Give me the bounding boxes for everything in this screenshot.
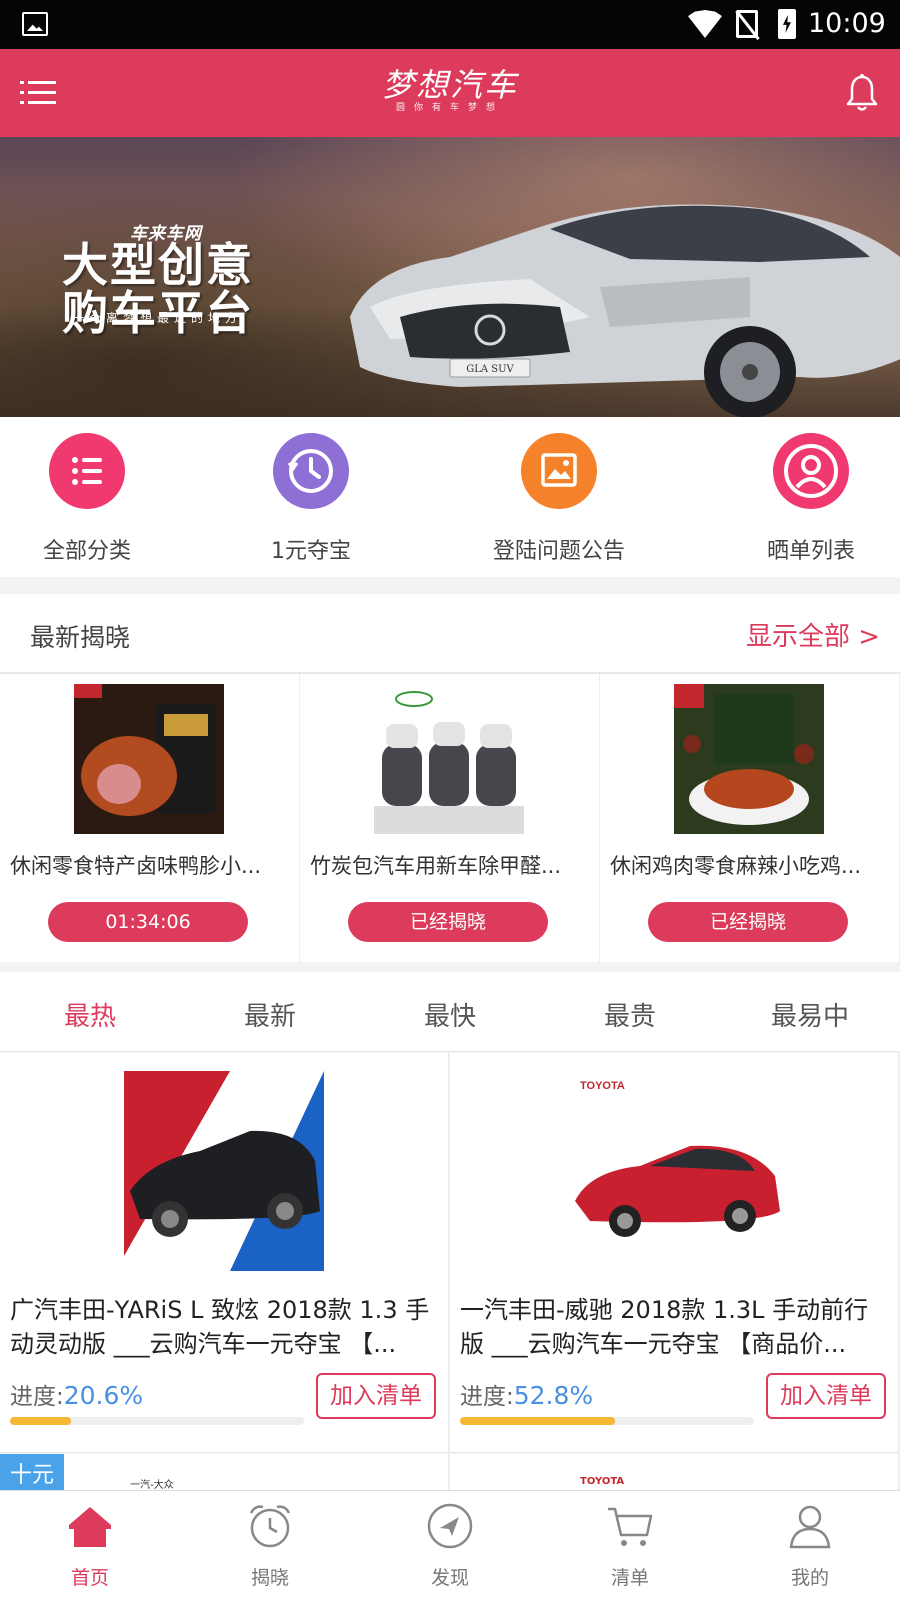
- countdown-button[interactable]: 01:34:06: [48, 902, 248, 942]
- product-title: 广汽丰田-YARiS L 致炫 2018款 1.3 手动灵动版 ___云购汽车一…: [10, 1296, 430, 1358]
- nav-label: 揭晓: [250, 1567, 289, 1589]
- product-image: [100, 1071, 350, 1271]
- revealed-button[interactable]: 已经揭晓: [348, 902, 548, 942]
- nav-label: 发现: [430, 1567, 469, 1589]
- alarm-icon: [249, 1505, 291, 1548]
- bottom-navigation: 首页 揭晓 发现 清单 我的: [0, 1490, 900, 1600]
- progress-caption: 进度:: [10, 1384, 64, 1410]
- latest-item[interactable]: 竹炭包汽车用新车除甲醛... 已经揭晓: [300, 674, 600, 964]
- clock-icon: [273, 433, 349, 509]
- latest-item[interactable]: 休闲鸡肉零食麻辣小吃鸡... 已经揭晓: [600, 674, 900, 964]
- quick-entry-label: 全部分类: [42, 539, 131, 564]
- app-header: 梦想汽车 圆你有车梦想: [0, 49, 900, 137]
- quick-entry-login-notice[interactable]: 登陆问题公告: [459, 433, 659, 565]
- progress-bar: [10, 1417, 304, 1425]
- revealed-button[interactable]: 已经揭晓: [648, 902, 848, 942]
- app-logo: 梦想汽车 圆你有车梦想: [330, 67, 570, 113]
- latest-item-title: 休闲鸡肉零食麻辣小吃鸡...: [610, 854, 862, 878]
- quick-entry-all-categories[interactable]: 全部分类: [0, 433, 187, 565]
- app-tagline: 圆你有车梦想: [395, 103, 504, 113]
- nav-discover[interactable]: 发现: [360, 1501, 540, 1590]
- tab-easiest-win[interactable]: 最易中: [720, 996, 900, 1033]
- latest-item-title: 竹炭包汽车用新车除甲醛...: [310, 854, 562, 878]
- promo-banner[interactable]: 车来车网 大型创意 购车平台 一个离梦想最近的地方 GLA SUV: [0, 137, 900, 417]
- ten-yuan-badge: 十元: [0, 1454, 64, 1494]
- latest-item-title: 休闲零食特产卤味鸭胗小...: [10, 854, 262, 878]
- quick-entry-label: 登陆问题公告: [492, 539, 625, 564]
- product-thumbnail: [674, 684, 824, 834]
- product-card-peek[interactable]: TOYOTA: [450, 1454, 899, 1494]
- latest-reveal-section: 最新揭晓 显示全部 > 休闲零食特产卤味鸭胗小... 01:34:06 竹炭包汽…: [0, 594, 900, 964]
- product-title: 一汽丰田-威驰 2018款 1.3L 手动前行版 ___云购汽车一元夺宝 【商品…: [460, 1296, 869, 1358]
- banner-headline-line1: 大型创意: [62, 238, 254, 292]
- tab-fastest[interactable]: 最快: [360, 996, 540, 1033]
- product-card[interactable]: 广汽丰田-YARiS L 致炫 2018款 1.3 手动灵动版 ___云购汽车一…: [0, 1053, 449, 1453]
- quick-entry-showcase-list[interactable]: 晒单列表: [711, 433, 900, 565]
- progress-bar: [460, 1417, 754, 1425]
- brand-mark: 一汽-大众: [130, 1480, 174, 1491]
- nav-label: 清单: [610, 1567, 649, 1589]
- user-icon: [773, 433, 849, 509]
- status-bar: 10:09: [0, 0, 900, 49]
- home-icon: [69, 1507, 111, 1547]
- progress-label: 进度:52.8%: [460, 1377, 593, 1411]
- progress-fill: [10, 1417, 71, 1425]
- gallery-notification-icon: [22, 12, 48, 36]
- nav-cart[interactable]: 清单: [540, 1501, 720, 1590]
- progress-caption: 进度:: [460, 1384, 514, 1410]
- quick-entry-label: 1元夺宝: [271, 539, 351, 564]
- sort-tabs: 最热 最新 最快 最贵 最易中: [0, 972, 900, 1052]
- product-thumbnail: [74, 684, 224, 834]
- progress-label: 进度:20.6%: [10, 1377, 143, 1411]
- quick-entry-one-yuan[interactable]: 1元夺宝: [211, 433, 411, 565]
- latest-item[interactable]: 休闲零食特产卤味鸭胗小... 01:34:06: [0, 674, 300, 964]
- bell-icon[interactable]: [846, 73, 878, 113]
- image-icon: [521, 433, 597, 509]
- nav-reveal[interactable]: 揭晓: [180, 1501, 360, 1590]
- progress-percent: 20.6%: [63, 1381, 144, 1410]
- battery-charging-icon: [778, 9, 796, 39]
- nav-mine[interactable]: 我的: [720, 1501, 900, 1590]
- add-to-list-button[interactable]: 加入清单: [766, 1373, 886, 1419]
- person-icon: [789, 1505, 831, 1549]
- banner-car-plate: GLA SUV: [466, 364, 514, 375]
- product-card-peek[interactable]: 十元 一汽-大众: [0, 1454, 449, 1494]
- product-image: TOYOTA: [550, 1071, 800, 1271]
- latest-reveal-header: 最新揭晓 显示全部 >: [0, 594, 900, 674]
- no-sim-icon: [736, 10, 758, 38]
- clock-time: 10:09: [808, 8, 886, 39]
- tab-newest[interactable]: 最新: [180, 996, 360, 1033]
- tab-priciest[interactable]: 最贵: [540, 996, 720, 1033]
- compass-icon: [427, 1503, 473, 1549]
- quick-entries: 全部分类 1元夺宝 登陆问题公告 晒单列表: [0, 417, 900, 577]
- show-all-link[interactable]: 显示全部 >: [746, 616, 880, 653]
- add-to-list-button[interactable]: 加入清单: [316, 1373, 436, 1419]
- section-title: 最新揭晓: [30, 623, 131, 652]
- cart-icon: [608, 1507, 653, 1546]
- wifi-icon: [688, 10, 722, 38]
- menu-icon[interactable]: [20, 79, 56, 107]
- tab-hottest[interactable]: 最热: [0, 996, 180, 1033]
- progress-percent: 52.8%: [513, 1381, 594, 1410]
- banner-subline: 一个离梦想最近的地方: [72, 311, 243, 325]
- app-title: 梦想汽车: [381, 66, 518, 104]
- list-icon: [49, 433, 125, 509]
- brand-mark: TOYOTA: [580, 1476, 625, 1487]
- product-card[interactable]: TOYOTA 一汽丰田-威驰 2018款 1.3L 手动前行版 ___云购汽车一…: [450, 1053, 899, 1453]
- banner-car-image: GLA SUV: [350, 204, 900, 417]
- nav-label: 我的: [790, 1567, 829, 1589]
- product-image-brand: TOYOTA: [580, 1080, 625, 1092]
- product-thumbnail: [374, 684, 524, 834]
- quick-entry-label: 晒单列表: [766, 539, 855, 564]
- nav-label: 首页: [70, 1567, 109, 1589]
- nav-home[interactable]: 首页: [0, 1501, 180, 1590]
- progress-fill: [460, 1417, 616, 1425]
